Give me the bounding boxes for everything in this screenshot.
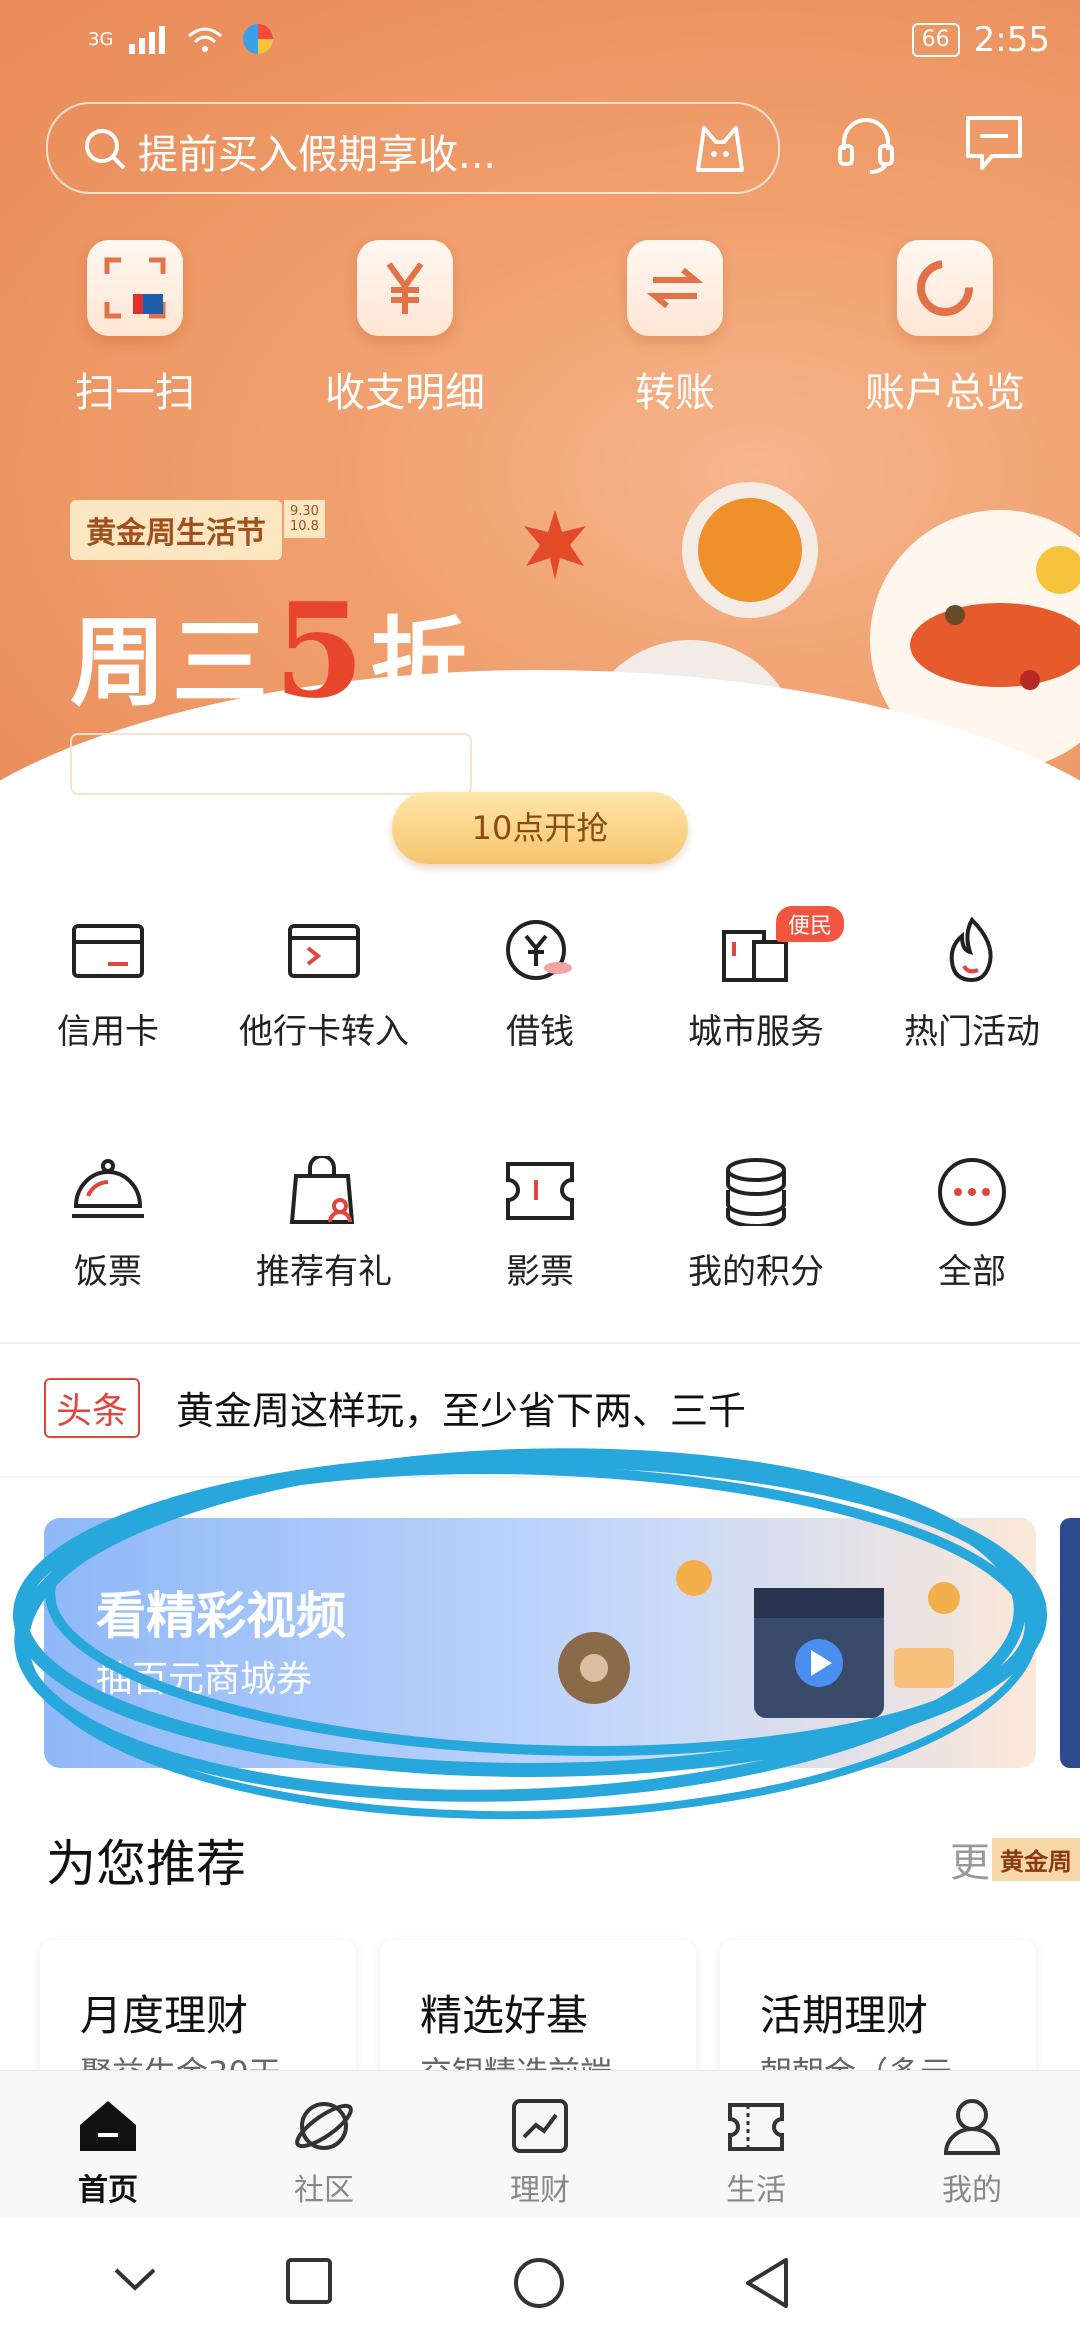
tab-label: 首页 xyxy=(78,2173,138,2208)
status-bar: 3G 66 2:55 xyxy=(88,18,1050,66)
service-label: 我的积分 xyxy=(688,1252,824,1292)
tab-wealth[interactable]: 理财 xyxy=(432,2097,648,2209)
service-referral[interactable]: 推荐有礼 xyxy=(216,1156,432,1293)
ticket-icon xyxy=(728,2103,784,2151)
card-title: 月度理财 xyxy=(80,1991,249,2040)
bottom-tab-bar: 首页 社区 理财 生活 我的 xyxy=(0,2070,1080,2219)
service-label: 饭票 xyxy=(74,1252,142,1292)
customer-service-icon[interactable] xyxy=(834,112,898,176)
service-label: 热门活动 xyxy=(904,1012,1040,1052)
video-illustration xyxy=(558,1560,960,1718)
borrow-yen-icon xyxy=(506,920,572,980)
service-label: 影票 xyxy=(506,1252,574,1292)
service-label: 信用卡 xyxy=(57,1012,159,1052)
card-title: 精选好基 xyxy=(420,1991,589,2040)
promo-headline: 周三5折 xyxy=(70,574,473,727)
signal-indicator: 3G xyxy=(88,28,114,50)
service-points[interactable]: 我的积分 xyxy=(648,1156,864,1293)
service-card-transfer-in[interactable]: 他行卡转入 xyxy=(216,916,432,1053)
flame-icon xyxy=(949,916,993,983)
promo-block[interactable]: 黄金周生活节9.30 10.8 周三5折 · 分享再赢 200 元红包 · xyxy=(70,500,473,795)
divider xyxy=(0,1342,1080,1344)
search-bar[interactable]: 提前买入假期享收... xyxy=(46,102,780,194)
service-meal[interactable]: 饭票 xyxy=(0,1156,216,1293)
recent-apps-icon[interactable] xyxy=(284,2256,334,2306)
search-placeholder: 提前买入假期享收... xyxy=(138,132,497,178)
tab-home[interactable]: 首页 xyxy=(0,2097,216,2209)
service-badge: 便民 xyxy=(776,906,845,942)
quick-action-label: 收支明细 xyxy=(325,370,485,416)
message-icon[interactable] xyxy=(962,112,1026,176)
app-notification-icon xyxy=(243,24,274,54)
quick-action-transactions[interactable]: 收支明细 xyxy=(275,240,535,418)
grab-button[interactable]: 10点开抢 xyxy=(392,792,688,864)
quick-action-overview[interactable]: 账户总览 xyxy=(815,240,1075,418)
quick-action-transfer[interactable]: 转账 xyxy=(545,240,805,418)
meal-cloche-icon xyxy=(72,1159,144,1218)
promo-tag: 黄金周生活节 xyxy=(70,500,282,560)
maple-leaf-icon xyxy=(524,510,586,580)
quick-action-label: 扫一扫 xyxy=(75,370,195,416)
banner-title: 看精彩视频 xyxy=(96,1587,346,1645)
search-icon xyxy=(85,129,126,170)
tab-community[interactable]: 社区 xyxy=(216,2097,432,2209)
transfer-icon xyxy=(646,267,704,309)
wifi-icon xyxy=(188,27,223,52)
service-city[interactable]: 便民 城市服务 xyxy=(648,906,864,1053)
video-promo-banner[interactable]: 看精彩视频 抽百元商城券 xyxy=(44,1518,1036,1768)
scan-icon xyxy=(104,257,166,319)
profile-icon xyxy=(943,2099,1001,2155)
home-icon xyxy=(80,2101,136,2151)
tab-label: 生活 xyxy=(726,2173,786,2208)
quick-action-label: 转账 xyxy=(635,370,715,416)
service-label: 借钱 xyxy=(506,1012,574,1052)
card-title: 活期理财 xyxy=(760,1991,929,2040)
tab-label: 我的 xyxy=(942,2173,1002,2208)
yen-icon xyxy=(386,262,424,314)
signal-bars-icon xyxy=(129,26,166,54)
service-credit-card[interactable]: 信用卡 xyxy=(0,916,216,1053)
service-label: 推荐有礼 xyxy=(256,1252,392,1292)
promo-subtitle: · 分享再赢 200 元红包 · xyxy=(70,733,473,795)
service-label: 他行卡转入 xyxy=(239,1012,409,1052)
credit-card-icon xyxy=(72,924,144,978)
service-hot-activities[interactable]: 热门活动 xyxy=(864,916,1080,1053)
service-borrow[interactable]: 借钱 xyxy=(432,916,648,1053)
battery-indicator: 66 xyxy=(911,23,960,57)
golden-week-tag[interactable]: 黄金周 xyxy=(992,1838,1080,1881)
service-all[interactable]: 全部 xyxy=(864,1156,1080,1293)
movie-ticket-icon xyxy=(506,1162,574,1220)
next-banner-peek[interactable] xyxy=(1060,1518,1080,1768)
quick-action-label: 账户总览 xyxy=(865,370,1025,416)
service-label: 城市服务 xyxy=(688,1012,824,1052)
coins-stack-icon xyxy=(726,1158,786,1226)
service-movie-ticket[interactable]: 影票 xyxy=(432,1156,648,1293)
tab-life[interactable]: 生活 xyxy=(648,2097,864,2209)
service-label: 全部 xyxy=(938,1252,1006,1292)
home-button-icon[interactable] xyxy=(512,2256,566,2310)
news-label: 头条 xyxy=(44,1378,141,1438)
system-nav-bar xyxy=(0,2218,1080,2340)
chevron-down-icon[interactable] xyxy=(108,2256,162,2300)
recommend-title: 为您推荐 xyxy=(46,1835,246,1893)
banner-subtitle: 抽百元商城券 xyxy=(96,1659,313,1700)
chart-icon xyxy=(512,2099,568,2153)
back-icon[interactable] xyxy=(742,2256,792,2310)
news-text: 黄金周这样玩，至少省下两、三千 xyxy=(176,1389,747,1433)
overview-icon xyxy=(917,260,973,316)
promo-dates: 9.30 10.8 xyxy=(284,500,325,538)
quick-action-scan[interactable]: 扫一扫 xyxy=(5,240,265,418)
headline-news[interactable]: 头条 黄金周这样玩，至少省下两、三千 xyxy=(44,1370,1080,1440)
clock: 2:55 xyxy=(973,20,1050,60)
tab-label: 理财 xyxy=(510,2173,570,2208)
card-transfer-in-icon xyxy=(288,924,360,978)
tab-profile[interactable]: 我的 xyxy=(864,2097,1080,2209)
mascot-voice-icon[interactable] xyxy=(690,118,750,178)
planet-icon xyxy=(295,2102,353,2150)
gift-bag-icon xyxy=(289,1156,355,1224)
more-dots-icon xyxy=(938,1158,1006,1226)
divider xyxy=(0,1476,1080,1478)
tab-label: 社区 xyxy=(294,2173,354,2208)
